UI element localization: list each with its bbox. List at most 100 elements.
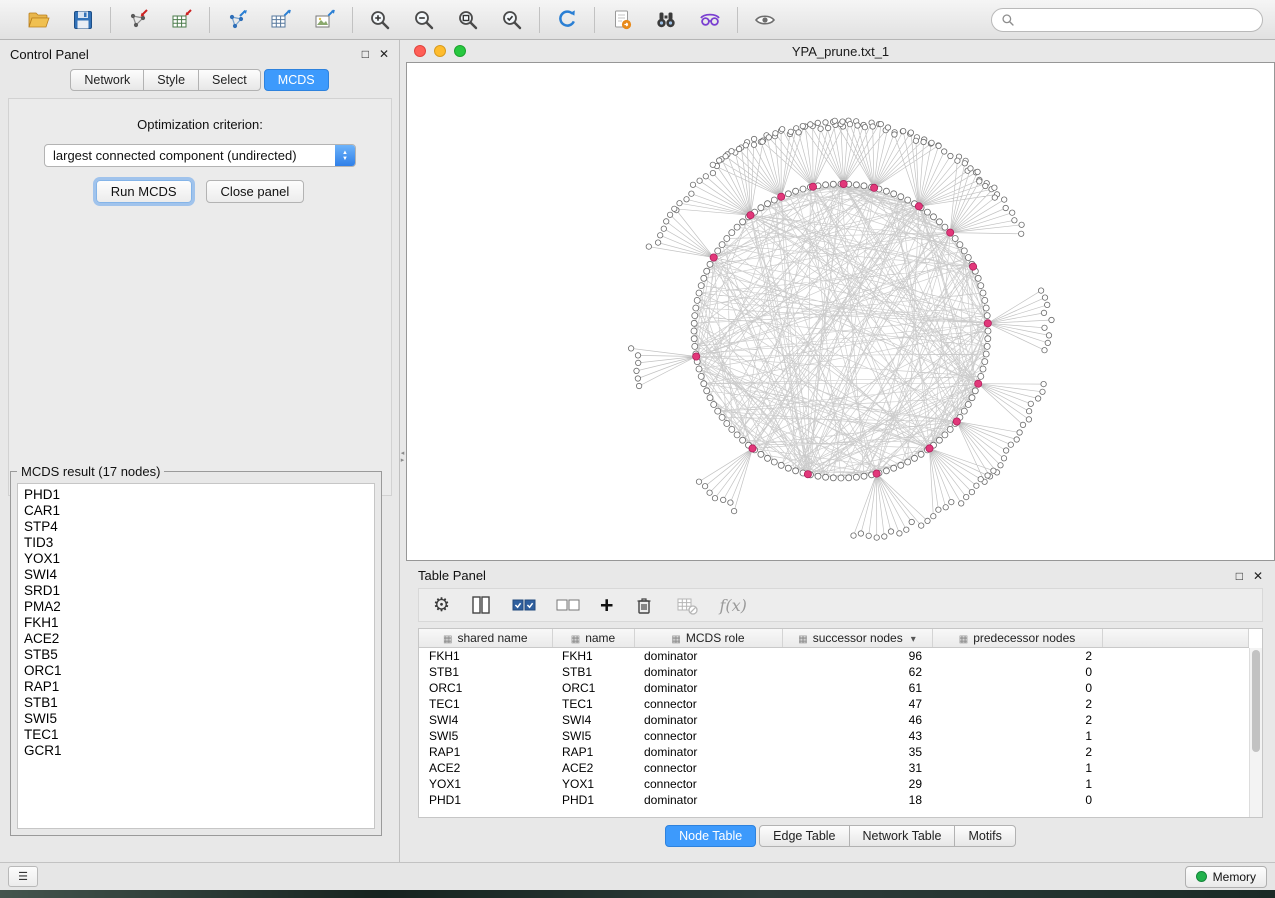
network-node[interactable] bbox=[691, 336, 697, 342]
column-header-name[interactable]: ▦name bbox=[552, 629, 634, 648]
table-scrollbar[interactable] bbox=[1249, 648, 1262, 817]
network-leaf-node[interactable] bbox=[818, 126, 823, 131]
network-node[interactable] bbox=[983, 305, 989, 311]
network-node[interactable] bbox=[853, 182, 859, 188]
float-panel-icon[interactable]: □ bbox=[362, 47, 369, 61]
zoom-out-button[interactable] bbox=[409, 5, 439, 35]
network-node[interactable] bbox=[898, 462, 904, 468]
apply-layout-button[interactable] bbox=[552, 5, 582, 35]
close-mcds-panel-button[interactable]: Close panel bbox=[206, 180, 305, 203]
network-leaf-node[interactable] bbox=[800, 123, 805, 128]
network-leaf-node[interactable] bbox=[636, 360, 641, 365]
network-node[interactable] bbox=[729, 230, 735, 236]
network-leaf-node[interactable] bbox=[1042, 325, 1047, 330]
column-header-predecessor-nodes[interactable]: ▦predecessor nodes bbox=[932, 629, 1102, 648]
network-leaf-node[interactable] bbox=[851, 533, 856, 538]
network-hub-node[interactable] bbox=[809, 183, 816, 190]
network-leaf-node[interactable] bbox=[874, 535, 879, 540]
window-maximize-icon[interactable] bbox=[454, 45, 466, 57]
network-leaf-node[interactable] bbox=[1049, 317, 1054, 322]
network-hub-node[interactable] bbox=[873, 470, 880, 477]
result-item[interactable]: SWI4 bbox=[24, 567, 374, 583]
network-leaf-node[interactable] bbox=[921, 139, 926, 144]
network-node[interactable] bbox=[957, 242, 963, 248]
cell-successors[interactable]: 18 bbox=[782, 792, 932, 808]
network-graph[interactable] bbox=[407, 63, 1274, 560]
export-table-button[interactable] bbox=[266, 5, 296, 35]
cell-successors[interactable]: 46 bbox=[782, 712, 932, 728]
network-node[interactable] bbox=[984, 313, 990, 319]
network-leaf-node[interactable] bbox=[729, 149, 734, 154]
network-leaf-node[interactable] bbox=[929, 140, 934, 145]
result-item[interactable]: STP4 bbox=[24, 519, 374, 535]
cell-shared-name[interactable]: PHD1 bbox=[419, 792, 552, 808]
network-leaf-node[interactable] bbox=[723, 154, 728, 159]
network-leaf-node[interactable] bbox=[955, 158, 960, 163]
cell-role[interactable]: connector bbox=[634, 776, 782, 792]
result-item[interactable]: STB5 bbox=[24, 647, 374, 663]
network-leaf-node[interactable] bbox=[942, 149, 947, 154]
network-node[interactable] bbox=[980, 366, 986, 372]
result-item[interactable]: TID3 bbox=[24, 535, 374, 551]
network-leaf-node[interactable] bbox=[858, 531, 863, 536]
tab-style[interactable]: Style bbox=[143, 69, 199, 91]
network-leaf-node[interactable] bbox=[658, 233, 663, 238]
network-node[interactable] bbox=[846, 475, 852, 481]
result-item[interactable]: STB1 bbox=[24, 695, 374, 711]
cell-name[interactable]: TEC1 bbox=[552, 696, 634, 712]
tab-network[interactable]: Network bbox=[70, 69, 144, 91]
column-header-shared-name[interactable]: ▦shared name bbox=[419, 629, 552, 648]
network-hub-node[interactable] bbox=[953, 418, 960, 425]
network-leaf-node[interactable] bbox=[1035, 396, 1040, 401]
network-leaf-node[interactable] bbox=[975, 169, 980, 174]
cell-predecessors[interactable]: 2 bbox=[932, 696, 1102, 712]
result-item[interactable]: TEC1 bbox=[24, 727, 374, 743]
cell-predecessors[interactable]: 0 bbox=[932, 680, 1102, 696]
network-leaf-node[interactable] bbox=[1045, 340, 1050, 345]
table-row[interactable]: ACE2ACE2connector311 bbox=[419, 760, 1249, 776]
network-node[interactable] bbox=[692, 343, 698, 349]
zoom-fit-button[interactable] bbox=[453, 5, 483, 35]
network-leaf-node[interactable] bbox=[1003, 205, 1008, 210]
network-leaf-node[interactable] bbox=[717, 158, 722, 163]
network-leaf-node[interactable] bbox=[870, 124, 875, 129]
cell-name[interactable]: SWI4 bbox=[552, 712, 634, 728]
network-node[interactable] bbox=[724, 236, 730, 242]
result-item[interactable]: PHD1 bbox=[24, 487, 374, 503]
network-hub-node[interactable] bbox=[840, 180, 847, 187]
tab-mcds[interactable]: MCDS bbox=[264, 69, 329, 91]
network-node[interactable] bbox=[980, 290, 986, 296]
network-leaf-node[interactable] bbox=[664, 219, 669, 224]
network-leaf-node[interactable] bbox=[760, 139, 765, 144]
network-leaf-node[interactable] bbox=[1012, 218, 1017, 223]
network-leaf-node[interactable] bbox=[892, 132, 897, 137]
result-item[interactable]: RAP1 bbox=[24, 679, 374, 695]
float-table-panel-icon[interactable]: □ bbox=[1236, 569, 1243, 583]
network-hub-node[interactable] bbox=[970, 263, 977, 270]
result-item[interactable]: SRD1 bbox=[24, 583, 374, 599]
cell-predecessors[interactable]: 0 bbox=[932, 792, 1102, 808]
network-node[interactable] bbox=[982, 359, 988, 365]
network-leaf-node[interactable] bbox=[1019, 231, 1024, 236]
network-node[interactable] bbox=[942, 432, 948, 438]
cell-successors[interactable]: 43 bbox=[782, 728, 932, 744]
network-leaf-node[interactable] bbox=[832, 118, 837, 123]
network-node[interactable] bbox=[965, 255, 971, 261]
network-node[interactable] bbox=[853, 474, 859, 480]
network-leaf-node[interactable] bbox=[815, 120, 820, 125]
network-node[interactable] bbox=[891, 191, 897, 197]
network-node[interactable] bbox=[982, 297, 988, 303]
network-leaf-node[interactable] bbox=[901, 128, 906, 133]
network-leaf-node[interactable] bbox=[1014, 437, 1019, 442]
network-node[interactable] bbox=[961, 408, 967, 414]
cell-name[interactable]: ACE2 bbox=[552, 760, 634, 776]
cell-role[interactable]: dominator bbox=[634, 712, 782, 728]
network-leaf-node[interactable] bbox=[731, 508, 736, 513]
network-node[interactable] bbox=[975, 275, 981, 281]
result-item[interactable]: GCR1 bbox=[24, 743, 374, 759]
network-leaf-node[interactable] bbox=[991, 468, 996, 473]
network-node[interactable] bbox=[771, 197, 777, 203]
cell-role[interactable]: connector bbox=[634, 696, 782, 712]
cell-role[interactable]: dominator bbox=[634, 648, 782, 665]
network-node[interactable] bbox=[793, 468, 799, 474]
